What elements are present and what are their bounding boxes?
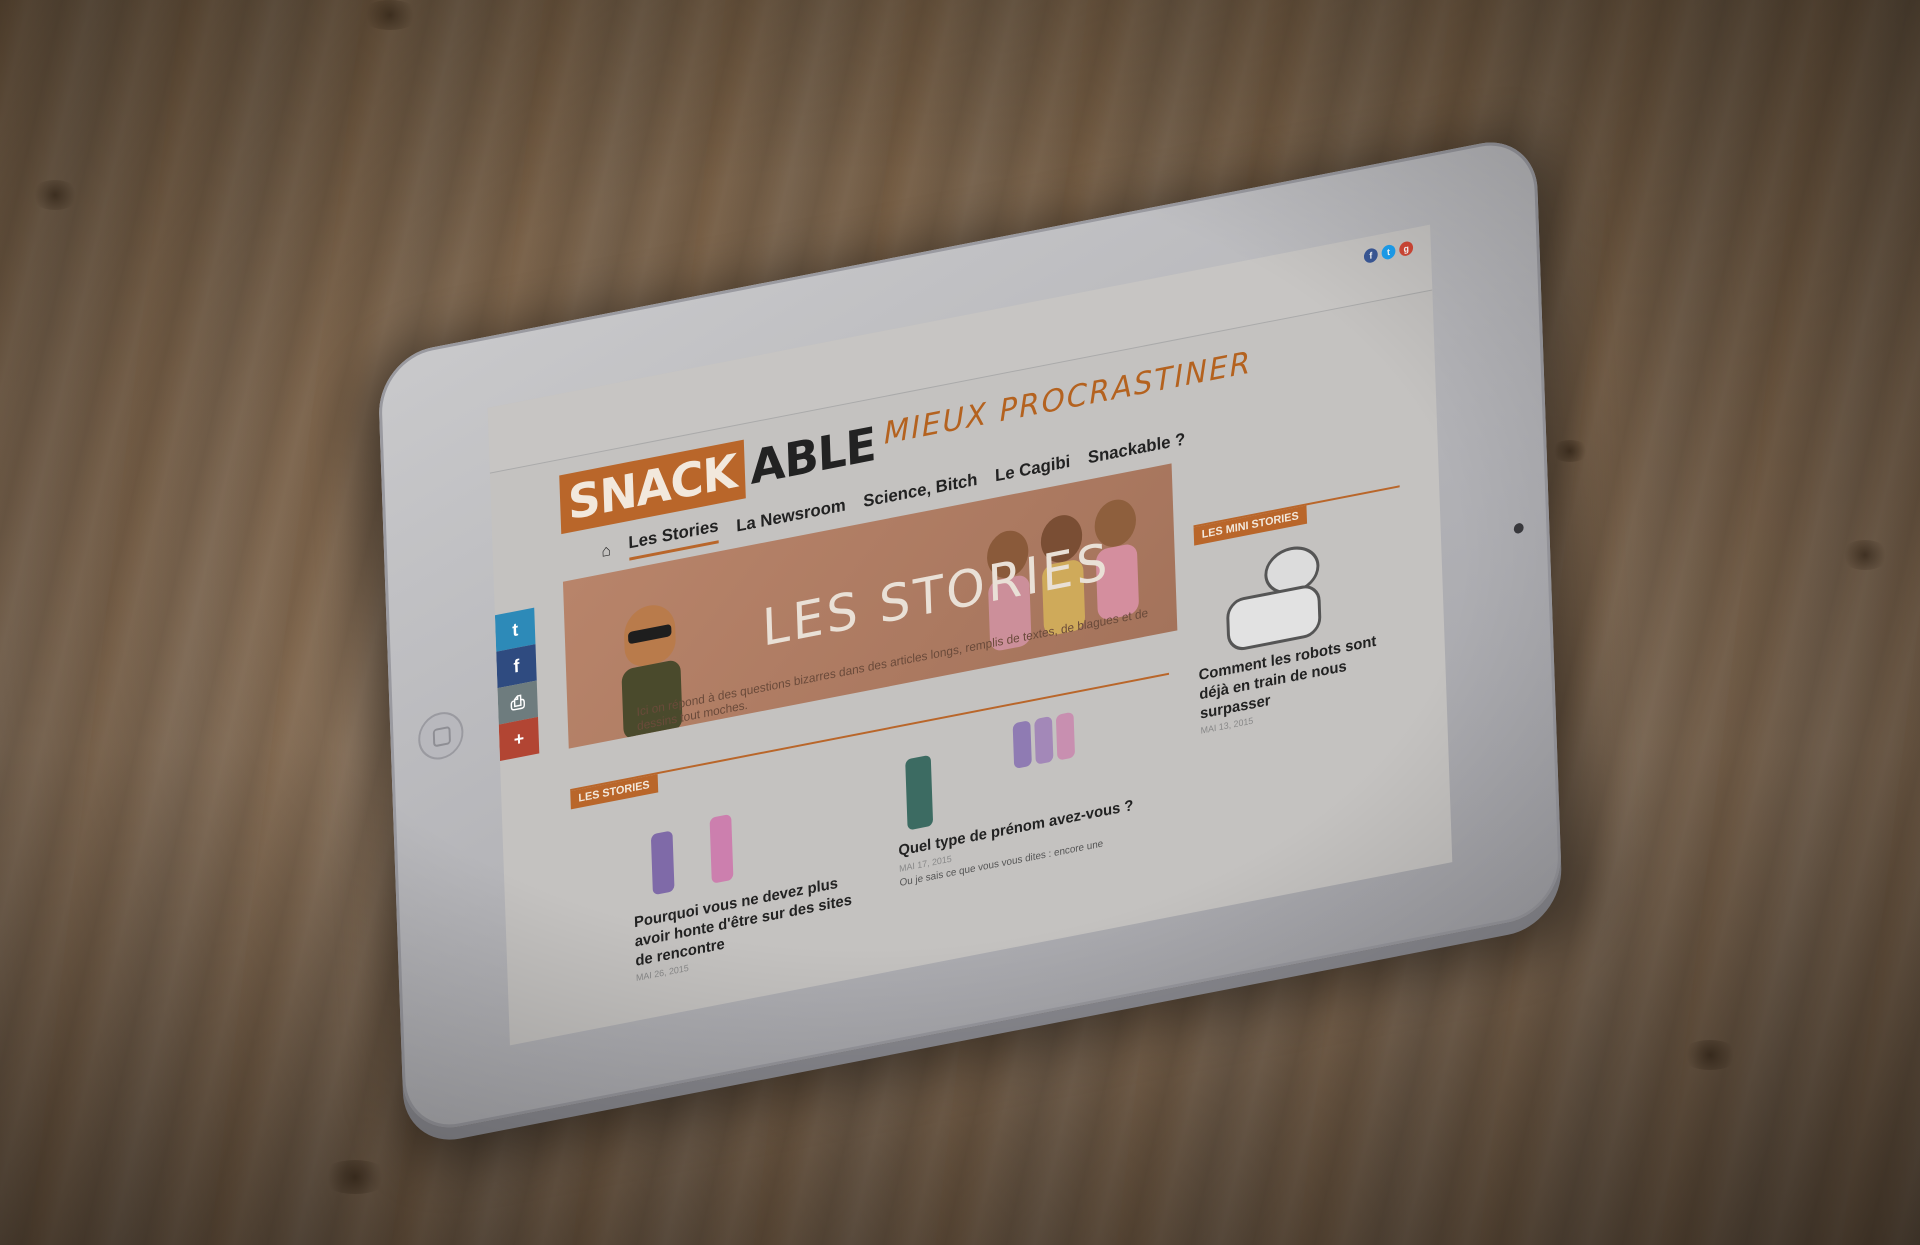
google-plus-icon[interactable]: g [1399,240,1414,258]
cartoon-character [650,830,675,896]
story-card[interactable]: Quel type de prénom avez-vous ? MAI 17, … [895,701,1136,889]
robot-image [1205,539,1336,655]
cartoon-character [905,754,934,831]
logo-able: ABLE [749,416,877,496]
nav-item-snackable[interactable]: Snackable ? [1088,429,1186,468]
social-links-top: f t g [1363,240,1414,264]
nav-item-le-cagibi[interactable]: Le Cagibi [995,451,1071,486]
side-share-bar: t f ⎙ + [494,607,540,761]
cartoon-character [709,813,734,884]
facebook-icon[interactable]: f [1363,247,1378,264]
cartoon-character [1012,720,1032,770]
cartoon-character [1055,711,1076,761]
plus-icon[interactable]: + [498,716,540,761]
mini-story-card[interactable]: Comment les robots sont déjà en train de… [1195,516,1407,736]
cartoon-character [1034,715,1054,765]
story-card[interactable]: Pourquoi vous ne devez plus avoir honte … [630,772,871,983]
home-icon[interactable]: ⌂ [601,541,611,561]
twitter-icon[interactable]: t [1381,243,1396,261]
